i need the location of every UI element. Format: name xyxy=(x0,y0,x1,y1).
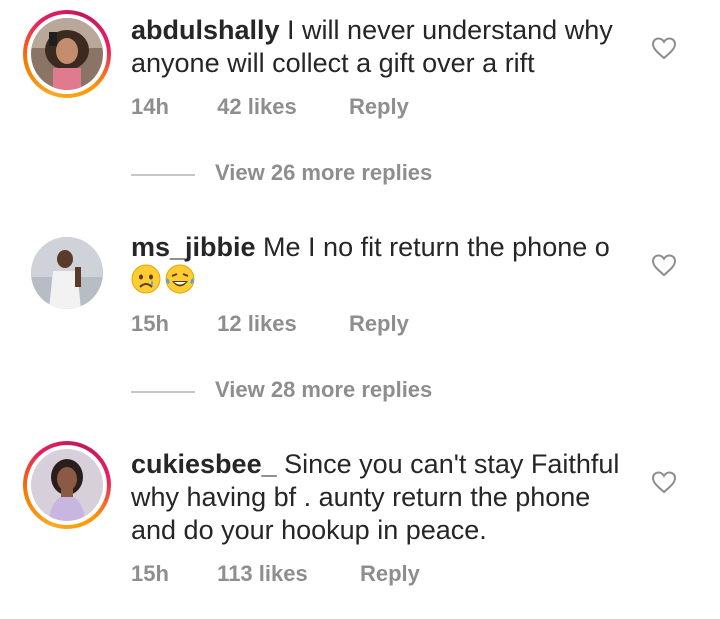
avatar-abdulshally[interactable] xyxy=(23,10,111,98)
reply-button[interactable]: Reply xyxy=(349,94,409,120)
comment-meta: 14h 42 likes Reply xyxy=(131,94,409,120)
avatar-cukiesbee[interactable] xyxy=(23,441,111,529)
comment-text: ms_jibbie Me I no fit return the phone o xyxy=(131,231,631,297)
divider-line xyxy=(131,174,195,176)
reply-button[interactable]: Reply xyxy=(360,561,420,587)
comment-body: Me I no fit return the phone o xyxy=(255,232,610,262)
comment-meta: 15h 113 likes Reply xyxy=(131,561,420,587)
heart-outline-icon[interactable] xyxy=(651,36,677,60)
likes-count[interactable]: 12 likes xyxy=(217,311,297,337)
heart-outline-icon[interactable] xyxy=(651,253,677,277)
heart-outline-icon[interactable] xyxy=(651,470,677,494)
view-more-replies[interactable]: View 26 more replies xyxy=(131,160,531,190)
comment-time: 14h xyxy=(131,94,169,119)
comment-meta: 15h 12 likes Reply xyxy=(131,311,409,337)
profile-photo-ms-jibbie xyxy=(31,237,103,309)
comment-text: cukiesbee_ Since you can't stay Faithful… xyxy=(131,448,631,547)
view-more-label[interactable]: View 28 more replies xyxy=(215,377,432,403)
avatar-ms-jibbie[interactable] xyxy=(23,229,111,317)
likes-count[interactable]: 113 likes xyxy=(217,561,308,587)
comment-text: abdulshally I will never understand why … xyxy=(131,14,631,80)
profile-photo-cukiesbee xyxy=(31,449,103,521)
reply-button[interactable]: Reply xyxy=(349,311,409,337)
comment-username[interactable]: cukiesbee_ xyxy=(131,449,277,479)
comment-username[interactable]: abdulshally xyxy=(131,15,280,45)
view-more-label[interactable]: View 26 more replies xyxy=(215,160,432,186)
comment-time: 15h xyxy=(131,311,169,336)
divider-line xyxy=(131,391,195,393)
laughing-tears-icon xyxy=(165,264,195,294)
crying-face-icon xyxy=(131,264,161,294)
comment-username[interactable]: ms_jibbie xyxy=(131,232,256,262)
likes-count[interactable]: 42 likes xyxy=(217,94,297,120)
comment-time: 15h xyxy=(131,561,169,586)
view-more-replies[interactable]: View 28 more replies xyxy=(131,377,531,407)
profile-photo-abdulshally xyxy=(31,18,103,90)
